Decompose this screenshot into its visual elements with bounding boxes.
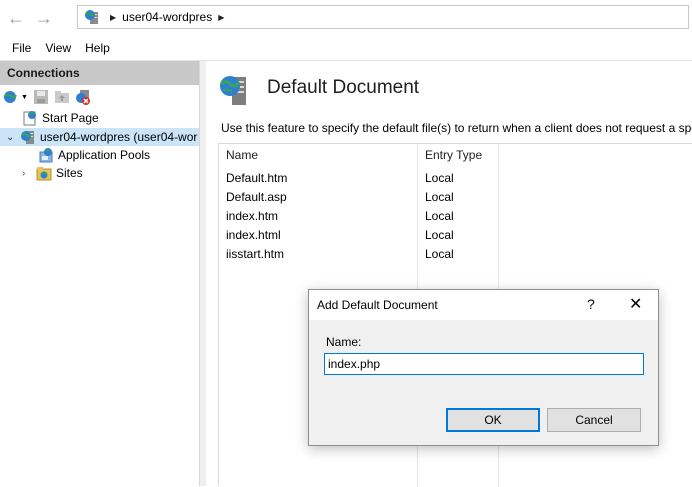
breadcrumb-separator-icon: ▶: [110, 12, 117, 22]
breadcrumb-separator-icon[interactable]: ▶: [218, 13, 224, 22]
add-default-document-dialog: Add Default Document ? ✕ Name: OK Cancel: [308, 289, 659, 446]
column-header-name[interactable]: Name: [226, 148, 258, 162]
list-item[interactable]: Default.htm Local: [219, 169, 498, 188]
start-page-icon: [22, 110, 38, 126]
connect-icon[interactable]: [3, 89, 19, 105]
back-arrow-icon: ←: [7, 7, 25, 28]
entry-type: Local: [425, 247, 454, 261]
breadcrumb-item[interactable]: user04-wordpres: [122, 10, 212, 24]
connections-header: Connections: [0, 61, 199, 85]
name-label: Name:: [326, 335, 362, 349]
server-globe-icon: [84, 9, 100, 25]
document-name: index.html: [226, 228, 281, 242]
tree-item-server[interactable]: ⌄ user04-wordpres (user04-wor: [0, 128, 199, 146]
application-pools-icon: [38, 147, 54, 163]
ok-button[interactable]: OK: [446, 408, 540, 432]
forward-arrow-icon: →: [35, 7, 53, 28]
chevron-down-icon[interactable]: ⌄: [6, 132, 20, 143]
help-button[interactable]: ?: [587, 296, 595, 312]
entry-type: Local: [425, 228, 454, 242]
chevron-right-icon[interactable]: ›: [22, 168, 36, 179]
list-item[interactable]: index.html Local: [219, 226, 498, 245]
page-title: Default Document: [267, 77, 420, 98]
document-name: index.htm: [226, 209, 279, 223]
back-button[interactable]: ←: [3, 6, 29, 30]
dialog-titlebar[interactable]: Add Default Document ? ✕: [309, 290, 658, 320]
tree-item-label: Sites: [56, 166, 83, 180]
pane-splitter[interactable]: [199, 61, 206, 486]
connections-toolbar: ▼: [0, 85, 199, 109]
name-input[interactable]: [324, 353, 644, 375]
default-document-icon: [218, 73, 252, 107]
tree-item-application-pools[interactable]: Application Pools: [0, 146, 150, 164]
document-name: Default.asp: [226, 190, 287, 204]
tree-item-label: Application Pools: [58, 148, 151, 162]
menu-bar: File View Help: [0, 36, 692, 61]
menu-help[interactable]: Help: [78, 41, 117, 55]
entry-type: Local: [425, 209, 454, 223]
save-icon[interactable]: [33, 89, 49, 105]
address-bar[interactable]: ▶ user04-wordpres ▶: [77, 5, 689, 29]
dropdown-arrow-icon[interactable]: ▼: [21, 94, 28, 101]
entry-type: Local: [425, 190, 454, 204]
document-name: iisstart.htm: [226, 247, 285, 261]
list-item[interactable]: iisstart.htm Local: [219, 245, 498, 264]
server-icon: [20, 129, 36, 145]
feature-description: Use this feature to specify the default …: [221, 121, 692, 135]
connections-pane: Connections ▼ Start Page ⌄ user04-wordpr…: [0, 61, 200, 486]
tree-item-label: user04-wordpres (user04-wor: [40, 130, 198, 144]
tree-item-sites[interactable]: › Sites: [0, 164, 83, 182]
sites-folder-icon: [36, 165, 52, 181]
navigation-bar: ← → ▶ user04-wordpres ▶: [0, 0, 692, 36]
cancel-button[interactable]: Cancel: [547, 408, 641, 432]
entry-type: Local: [425, 171, 454, 185]
document-name: Default.htm: [226, 171, 288, 185]
menu-view[interactable]: View: [38, 41, 78, 55]
list-item[interactable]: index.htm Local: [219, 207, 498, 226]
disconnect-icon[interactable]: [75, 89, 91, 105]
column-header-entry-type[interactable]: Entry Type: [425, 148, 482, 162]
tree-item-start-page[interactable]: Start Page: [0, 109, 99, 127]
menu-file[interactable]: File: [0, 41, 38, 55]
forward-button[interactable]: →: [31, 6, 57, 30]
dialog-body: Name: OK Cancel: [309, 320, 658, 445]
list-item[interactable]: Default.asp Local: [219, 188, 498, 207]
close-icon[interactable]: ✕: [629, 294, 642, 314]
folder-up-icon[interactable]: [54, 89, 70, 105]
tree-item-label: Start Page: [42, 111, 99, 125]
dialog-title: Add Default Document: [317, 298, 438, 312]
